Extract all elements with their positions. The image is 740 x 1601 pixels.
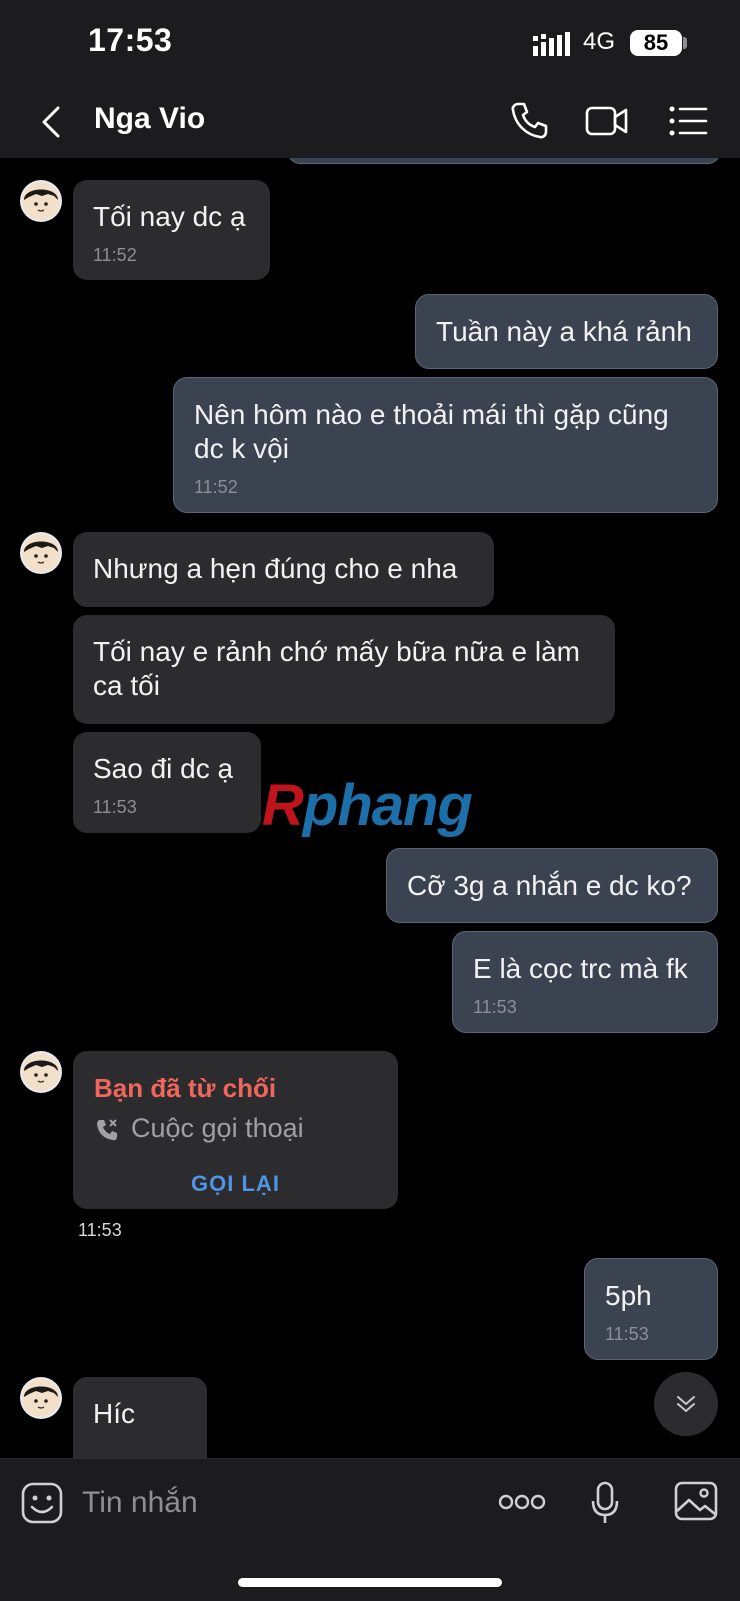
- scroll-to-bottom-button[interactable]: [654, 1372, 718, 1436]
- call-type-label: Cuộc gọi thoại: [131, 1113, 304, 1143]
- message-bubble-outgoing[interactable]: E là cọc trc mà fk 11:53: [452, 931, 718, 1033]
- message-time: 11:52: [93, 245, 137, 265]
- avatar[interactable]: [20, 532, 62, 574]
- message-time: 11:53: [93, 797, 137, 817]
- message-text: Tối nay dc ạ: [93, 201, 246, 232]
- message-list[interactable]: Tối nay dc ạ 11:52 Tuần này a khá rảnh N…: [0, 158, 740, 1458]
- message-text: 5ph: [605, 1280, 652, 1311]
- missed-call-icon: [97, 1119, 117, 1141]
- avatar[interactable]: [20, 1377, 62, 1419]
- microphone-icon[interactable]: [590, 1481, 620, 1525]
- message-bubble-incoming[interactable]: Tối nay dc ạ 11:52: [73, 180, 270, 280]
- image-icon[interactable]: [674, 1481, 718, 1521]
- list-menu-icon[interactable]: [666, 98, 712, 144]
- chat-header: Nga Vio: [0, 88, 740, 159]
- message-text: Nhưng a hẹn đúng cho e nha: [93, 553, 458, 584]
- message-text: Tối nay e rảnh chớ mấy bữa nữa e làm ca …: [93, 636, 580, 701]
- message-time: 11:53: [605, 1324, 649, 1344]
- call-event-card: Bạn đã từ chối Cuộc gọi thoại GỌI LẠI: [73, 1051, 398, 1209]
- message-bubble-outgoing[interactable]: Tuần này a khá rảnh: [415, 294, 718, 369]
- avatar[interactable]: [20, 1051, 62, 1093]
- call-declined-title: Bạn đã từ chối: [94, 1073, 277, 1103]
- watermark-logo: Rphang: [262, 773, 473, 838]
- message-text: Nên hôm nào e thoải mái thì gặp cũng dc …: [194, 399, 669, 464]
- message-text: Híc: [93, 1398, 135, 1429]
- previous-message-edge: [288, 158, 720, 164]
- message-text: Sao đi dc ạ: [93, 753, 234, 784]
- battery-level: 85: [630, 30, 682, 56]
- phone-icon[interactable]: [506, 98, 552, 144]
- chevron-left-icon[interactable]: [32, 102, 72, 142]
- contact-name[interactable]: Nga Vio: [94, 102, 205, 136]
- message-text: E là cọc trc mà fk: [473, 953, 688, 984]
- more-dots-icon[interactable]: [498, 1493, 546, 1511]
- message-bubble-outgoing[interactable]: 5ph 11:53: [584, 1258, 718, 1360]
- message-bubble-incoming[interactable]: Tối nay e rảnh chớ mấy bữa nữa e làm ca …: [73, 615, 615, 724]
- signal-icon: [533, 32, 570, 56]
- video-camera-icon[interactable]: [584, 98, 630, 144]
- avatar[interactable]: [20, 180, 62, 222]
- battery-tip: [683, 37, 687, 49]
- status-bar: 17:53 4G 85: [0, 0, 740, 88]
- call-event-time: 11:53: [78, 1220, 122, 1240]
- message-bubble-outgoing[interactable]: Nên hôm nào e thoải mái thì gặp cũng dc …: [173, 377, 718, 513]
- message-text: Cỡ 3g a nhắn e dc ko?: [407, 870, 692, 901]
- sticker-face-icon[interactable]: [20, 1481, 64, 1525]
- status-time: 17:53: [88, 22, 173, 58]
- double-chevron-down-icon: [677, 1396, 695, 1412]
- message-bubble-outgoing[interactable]: Cỡ 3g a nhắn e dc ko?: [386, 848, 718, 923]
- message-time: 11:53: [473, 997, 517, 1017]
- message-time: 11:52: [194, 477, 238, 497]
- message-input[interactable]: [80, 1477, 464, 1529]
- message-text: Tuần này a khá rảnh: [436, 316, 692, 347]
- message-bubble-incoming[interactable]: Híc: [73, 1377, 207, 1458]
- network-type: 4G: [583, 28, 616, 55]
- message-bubble-incoming[interactable]: Sao đi dc ạ 11:53: [73, 732, 261, 833]
- message-bubble-incoming[interactable]: Nhưng a hẹn đúng cho e nha: [73, 532, 494, 607]
- call-back-button[interactable]: GỌI LẠI: [73, 1171, 398, 1197]
- home-indicator[interactable]: [238, 1578, 502, 1587]
